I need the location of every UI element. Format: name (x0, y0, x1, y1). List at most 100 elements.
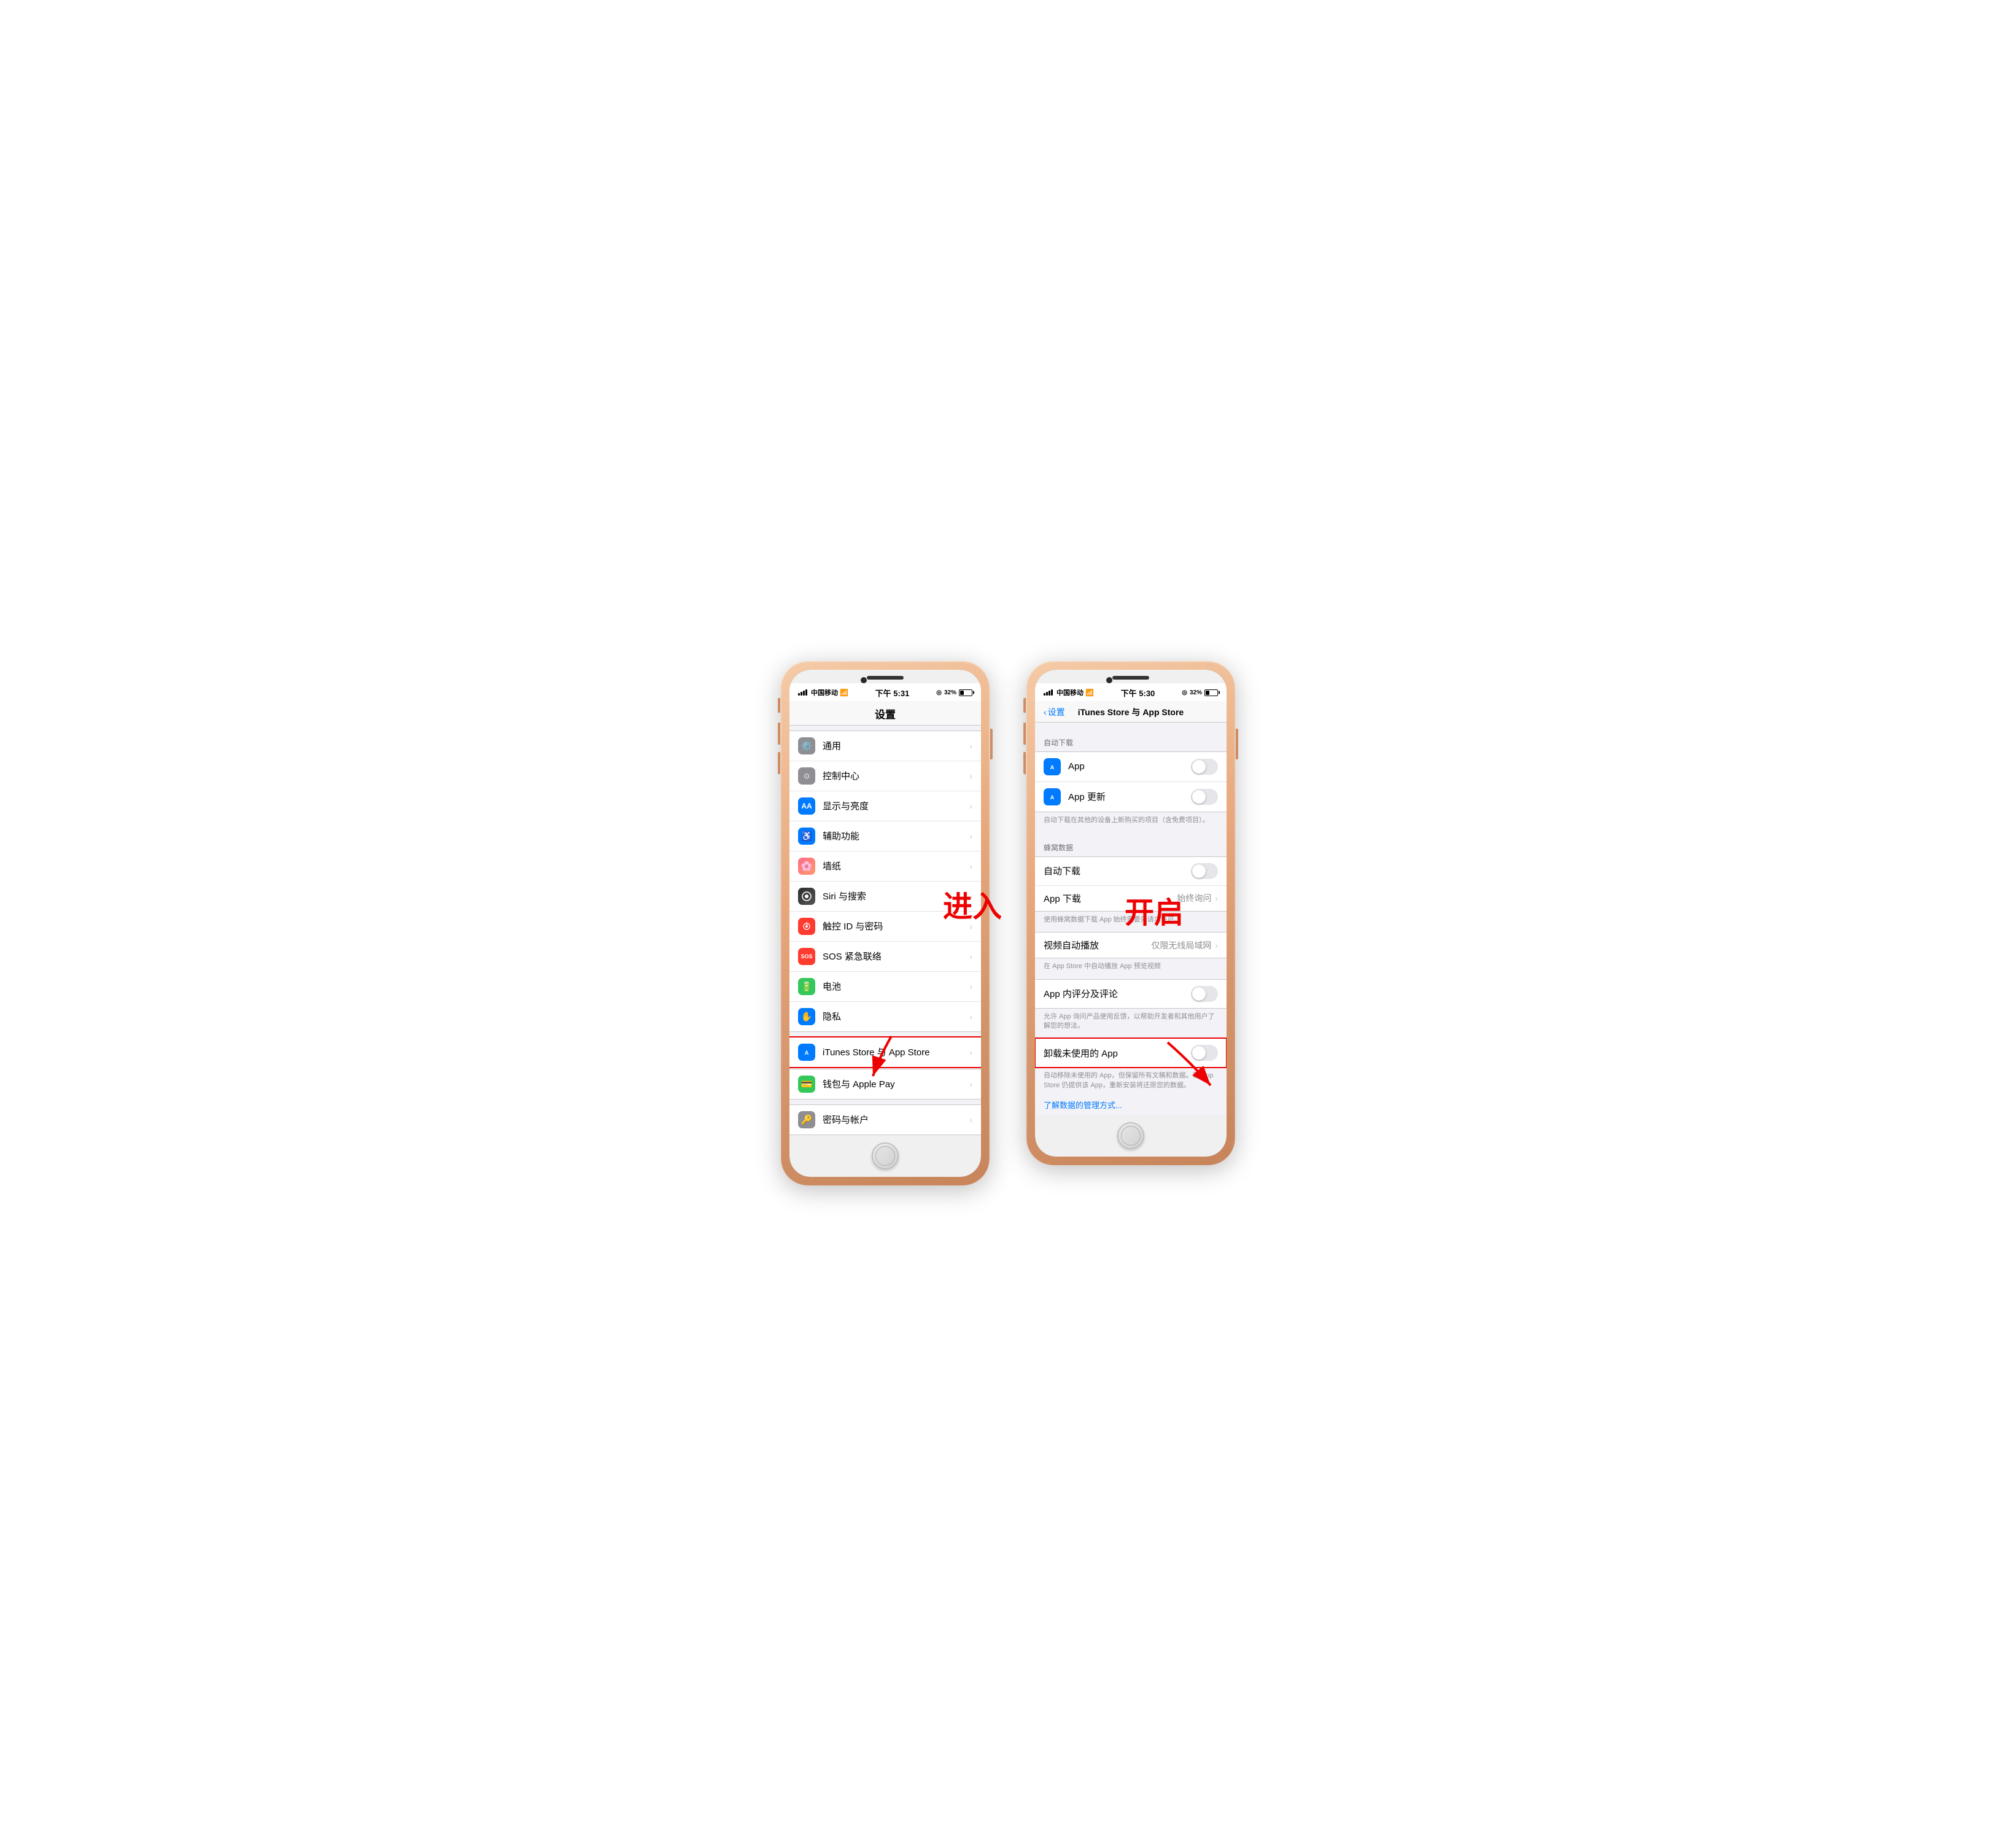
video-autoplay-label: 视频自动播放 (1044, 939, 1151, 952)
display-icon: AA (798, 797, 815, 815)
video-desc: 在 App Store 中自动播放 App 预览视频 (1035, 958, 1227, 976)
phone2-wrapper: 开启 (1026, 661, 1235, 1166)
settings-item-control[interactable]: ⊙ 控制中心 › (789, 761, 981, 791)
app-toggle[interactable] (1191, 759, 1218, 775)
access-chevron: › (969, 831, 972, 841)
settings-item-privacy[interactable]: ✋ 隐私 › (789, 1002, 981, 1031)
time-1: 下午 5:31 (875, 687, 910, 699)
wifi-icon-1: 📶 (840, 689, 848, 697)
video-group: 视频自动播放 仅限无线局域网 › (1035, 932, 1227, 958)
video-autoplay-value: 仅限无线局域网 (1151, 939, 1211, 952)
general-icon: ⚙️ (798, 737, 815, 754)
rating-group: App 内评分及评论 (1035, 979, 1227, 1009)
svg-text:A: A (1050, 764, 1055, 770)
privacy-label: 隐私 (823, 1010, 969, 1023)
video-section: 视频自动播放 仅限无线局域网 › 在 App Store 中自动播放 App 预… (1035, 932, 1227, 976)
carrier-1: 中国移动 (811, 688, 838, 697)
status-right-2: ◎ 32% (1182, 689, 1218, 696)
location-icon-2: ◎ (1182, 689, 1187, 696)
itunes-page-title: iTunes Store 与 App Store (1078, 706, 1184, 718)
app-update-toggle-thumb (1192, 790, 1206, 804)
footer-link[interactable]: 了解数据的管理方式... (1044, 1101, 1122, 1110)
main-container: 进入 (781, 661, 1235, 1185)
phone1-bottom (789, 1135, 981, 1177)
video-autoplay-item[interactable]: 视频自动播放 仅限无线局域网 › (1035, 933, 1227, 958)
battery-label: 电池 (823, 980, 969, 993)
battery-text-1: 32% (944, 689, 956, 696)
app-update-toggle[interactable] (1191, 789, 1218, 805)
phone1-top (789, 670, 981, 683)
auto-download-header: 自动下载 (1035, 727, 1227, 751)
privacy-chevron: › (969, 1012, 972, 1022)
app-label: App (1068, 761, 1191, 772)
battery-chevron: › (969, 982, 972, 991)
auto-download-desc: 自动下载在其他的设备上新购买的项目（含免费项目）。 (1035, 812, 1227, 830)
password-label: 密码与帐户 (823, 1113, 969, 1126)
control-chevron: › (969, 771, 972, 781)
settings-item-general[interactable]: ⚙️ 通用 › (789, 731, 981, 761)
battery-text-2: 32% (1190, 689, 1202, 696)
bar3-2 (1049, 691, 1050, 696)
power-button[interactable] (990, 729, 993, 759)
cellular-header: 蜂窝数据 (1035, 832, 1227, 856)
battery-icon-2 (1204, 689, 1218, 696)
power-button-2[interactable] (1236, 729, 1238, 759)
volume-down-button-2[interactable] (1023, 752, 1026, 774)
display-label: 显示与亮度 (823, 799, 969, 812)
video-autoplay-chevron: › (1215, 940, 1218, 950)
cellular-auto-item[interactable]: 自动下载 (1035, 857, 1227, 886)
app-update-label: App 更新 (1068, 790, 1191, 803)
settings-item-password[interactable]: 🔑 密码与帐户 › (789, 1105, 981, 1134)
app-download-item[interactable]: A App (1035, 752, 1227, 782)
annotation-kaiq: 开启 (1125, 888, 1184, 931)
page-title-1: 设置 (875, 706, 896, 721)
display-chevron: › (969, 801, 972, 811)
earpiece-2 (1112, 676, 1149, 680)
general-chevron: › (969, 741, 972, 751)
rating-desc: 允许 App 询问产品使用反馈，以帮助开发者和其他用户了解您的想法。 (1035, 1009, 1227, 1036)
sos-icon: SOS (798, 948, 815, 965)
bar2-2 (1046, 692, 1048, 696)
touchid-icon (798, 918, 815, 935)
status-bar-2: 中国移动 📶 下午 5:30 ◎ 32% (1035, 683, 1227, 701)
silent-button-2[interactable] (1023, 698, 1026, 713)
location-icon-1: ◎ (936, 689, 942, 696)
signal-icon-2 (1044, 689, 1053, 696)
settings-item-display[interactable]: AA 显示与亮度 › (789, 791, 981, 821)
general-label: 通用 (823, 739, 969, 752)
rating-section: App 内评分及评论 允许 App 询问产品使用反馈，以帮助开发者和其他用户了解… (1035, 979, 1227, 1036)
settings-item-wallpaper[interactable]: 🌸 墙纸 › (789, 851, 981, 882)
front-camera (861, 677, 867, 683)
settings-item-access[interactable]: ♿ 辅助功能 › (789, 821, 981, 851)
rating-toggle[interactable] (1191, 986, 1218, 1002)
control-icon: ⊙ (798, 767, 815, 785)
auto-download-section: 自动下载 A App (1035, 727, 1227, 830)
status-bar-1: 中国移动 📶 下午 5:31 ◎ 32% (789, 683, 981, 701)
siri-icon (798, 888, 815, 905)
volume-up-button-2[interactable] (1023, 723, 1026, 745)
settings-item-sos[interactable]: SOS SOS 紧急联络 › (789, 942, 981, 972)
auto-download-group: A App A (1035, 751, 1227, 812)
back-label[interactable]: 设置 (1048, 706, 1065, 718)
app-update-item[interactable]: A App 更新 (1035, 782, 1227, 812)
silent-button[interactable] (778, 698, 780, 713)
home-button-1[interactable] (872, 1142, 899, 1169)
nav-bar-2: ‹ 设置 iTunes Store 与 App Store (1035, 701, 1227, 723)
password-settings-group: 🔑 密码与帐户 › (789, 1104, 981, 1135)
wallpaper-label: 墙纸 (823, 859, 969, 872)
svg-text:A: A (1050, 794, 1055, 801)
cellular-auto-thumb (1192, 864, 1206, 878)
cellular-auto-toggle[interactable] (1191, 863, 1218, 879)
back-button[interactable]: ‹ 设置 (1044, 706, 1065, 718)
rating-item[interactable]: App 内评分及评论 (1035, 980, 1227, 1008)
volume-up-button[interactable] (778, 723, 780, 745)
volume-down-button[interactable] (778, 752, 780, 774)
wallet-chevron: › (969, 1079, 972, 1089)
back-chevron: ‹ (1044, 707, 1047, 717)
home-button-2[interactable] (1117, 1122, 1144, 1149)
svg-text:A: A (805, 1050, 809, 1056)
arrow-kaiq (1155, 1039, 1229, 1095)
time-2: 下午 5:30 (1121, 687, 1155, 699)
app-toggle-thumb (1192, 760, 1206, 774)
settings-item-battery[interactable]: 🔋 电池 › (789, 972, 981, 1002)
